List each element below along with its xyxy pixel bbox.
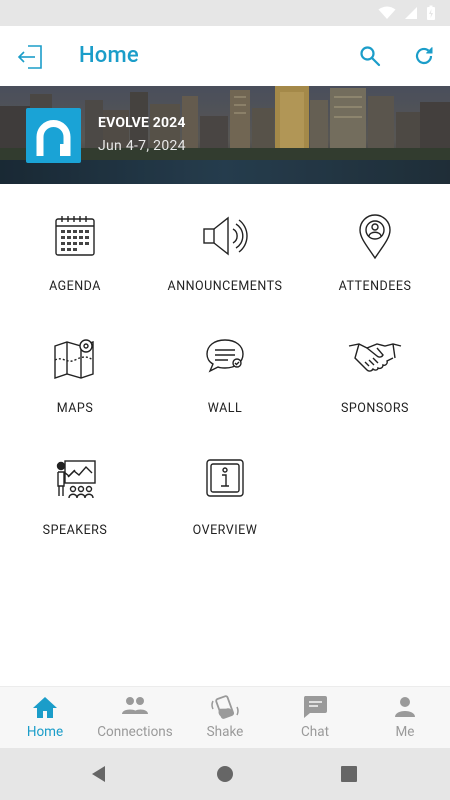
nav-label: Chat: [301, 724, 329, 740]
people-icon: [122, 697, 148, 714]
nav-home[interactable]: Home: [0, 687, 90, 749]
tile-label: AGENDA: [49, 279, 101, 294]
map-icon: [54, 339, 94, 379]
nav-label: Me: [395, 724, 415, 740]
chat-bubble-icon: [206, 339, 244, 373]
tile-label: ANNOUNCEMENTS: [167, 279, 283, 294]
event-name: EVOLVE 2024: [98, 115, 186, 131]
nav-chat[interactable]: Chat: [270, 687, 360, 749]
nav-connections[interactable]: Connections: [90, 687, 180, 749]
tile-sponsors[interactable]: SPONSORS: [300, 306, 450, 426]
info-icon: [206, 459, 244, 497]
bottom-nav: Home Connections Shake Chat Me: [0, 686, 450, 748]
home-icon: [33, 697, 57, 718]
tile-wall[interactable]: WALL: [150, 306, 300, 426]
tile-attendees[interactable]: ATTENDEES: [300, 184, 450, 304]
event-logo: [26, 108, 81, 163]
tile-overview[interactable]: OVERVIEW: [150, 428, 300, 548]
wifi-icon: [378, 6, 396, 19]
tile-label: MAPS: [56, 401, 94, 416]
home-screen: Home EVOLVE 2024 Jun 4-7, 2024 AGENDA AN…: [0, 0, 450, 800]
tile-agenda[interactable]: AGENDA: [0, 184, 150, 304]
chat-icon: [303, 696, 327, 718]
page-title: Home: [79, 43, 139, 68]
tile-label: SPEAKERS: [42, 523, 108, 538]
nav-label: Home: [26, 724, 64, 740]
nav-me[interactable]: Me: [360, 687, 450, 749]
recents-square-icon[interactable]: [341, 766, 357, 782]
shake-phone-icon: [211, 695, 239, 719]
presenter-icon: [56, 460, 96, 499]
handshake-icon: [348, 343, 402, 372]
search-icon[interactable]: [358, 44, 382, 68]
tile-label: SPONSORS: [341, 401, 409, 416]
home-circle-icon[interactable]: [216, 765, 234, 783]
event-banner[interactable]: EVOLVE 2024 Jun 4-7, 2024: [0, 86, 450, 184]
status-bar: [0, 0, 450, 26]
refresh-icon[interactable]: [412, 44, 436, 68]
tile-speakers[interactable]: SPEAKERS: [0, 428, 150, 548]
nav-label: Connections: [97, 724, 173, 740]
tile-label: ATTENDEES: [338, 279, 412, 294]
tile-label: WALL: [207, 401, 243, 416]
speaker-icon: [203, 216, 248, 256]
tile-maps[interactable]: MAPS: [0, 306, 150, 426]
person-icon: [395, 697, 415, 717]
event-dates: Jun 4-7, 2024: [98, 138, 186, 154]
tile-label: OVERVIEW: [192, 523, 258, 538]
system-nav-bar: [0, 748, 450, 800]
location-person-icon: [359, 214, 391, 260]
exit-icon[interactable]: [16, 42, 46, 72]
nav-label: Shake: [206, 724, 244, 740]
back-triangle-icon[interactable]: [90, 765, 108, 783]
app-bar: Home: [0, 26, 450, 86]
nav-shake[interactable]: Shake: [180, 687, 270, 749]
calendar-icon: [55, 216, 95, 256]
battery-icon: [427, 5, 435, 20]
event-logo-icon: [36, 120, 71, 156]
tile-announcements[interactable]: ANNOUNCEMENTS: [150, 184, 300, 304]
signal-icon: [405, 7, 417, 19]
